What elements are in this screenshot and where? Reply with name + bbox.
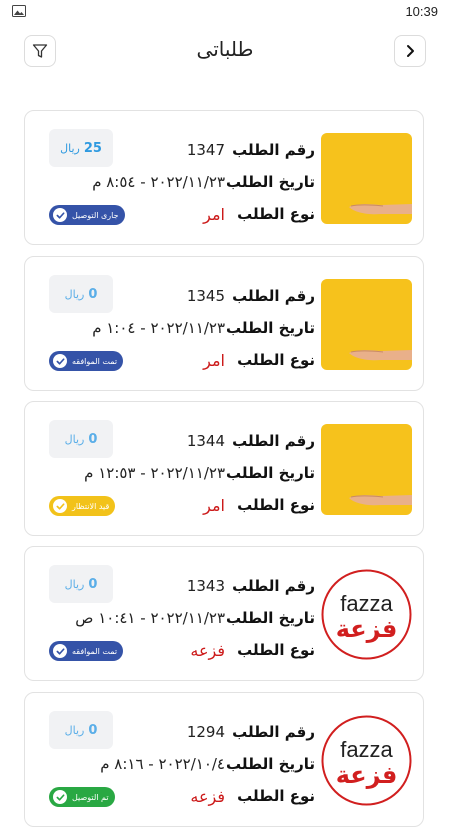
order-date-label: تاريخ الطلب <box>226 319 315 337</box>
check-icon <box>53 354 67 368</box>
check-icon <box>53 208 67 222</box>
price-value: 0 <box>88 722 98 738</box>
order-number-label: رقم الطلب <box>232 287 315 305</box>
order-date-label: تاريخ الطلب <box>226 173 315 191</box>
order-date-label: تاريخ الطلب <box>226 755 315 773</box>
status-text: جارى التوصيل <box>72 210 119 220</box>
status-time: 10:39 <box>405 4 438 19</box>
page-title: طلباتى <box>196 37 254 61</box>
order-number-label: رقم الطلب <box>232 141 315 159</box>
order-type-value: امر <box>203 496 225 515</box>
price-value: 0 <box>88 576 98 592</box>
order-date-row: تاريخ الطلب ٢٠٢٢/١١/٢٣ - ١٠:٤١ ص <box>25 609 315 633</box>
status-badge: تمت الموافقه <box>49 641 124 661</box>
order-number-value: 1345 <box>186 287 225 305</box>
order-thumbnail <box>321 279 412 370</box>
price-currency: ريال <box>64 432 85 446</box>
logo-latin-text: fazza <box>340 591 393 616</box>
order-date-value: ٢٠٢٢/١٠/٤ - ٨:١٦ م <box>100 755 225 773</box>
order-type-label: نوع الطلب <box>237 787 315 805</box>
fazza-logo-icon: fazza فزعة <box>321 569 412 660</box>
price-box: 0 ريال <box>49 711 113 749</box>
order-number-label: رقم الطلب <box>232 577 315 595</box>
logo-latin-text: fazza <box>340 737 393 762</box>
status-badge: جارى التوصيل <box>49 205 125 225</box>
status-text: تم التوصيل <box>72 792 109 802</box>
order-date-value: ٢٠٢٢/١١/٢٣ - ١٠:٤١ ص <box>75 609 225 627</box>
price-box: 0 ريال <box>49 565 113 603</box>
order-date-label: تاريخ الطلب <box>226 609 315 627</box>
status-text: تمت الموافقه <box>72 646 118 656</box>
hand-image <box>321 424 412 515</box>
order-date-row: تاريخ الطلب ٢٠٢٢/١٠/٤ - ٨:١٦ م <box>25 755 315 779</box>
order-number-value: 1344 <box>186 432 225 450</box>
price-currency: ريال <box>64 723 85 737</box>
price-value: 0 <box>88 431 98 447</box>
status-badge: قيد الانتظار <box>49 496 116 516</box>
order-number-value: 1343 <box>186 577 225 595</box>
status-badge: تم التوصيل <box>49 787 115 807</box>
order-date-value: ٢٠٢٢/١١/٢٣ - ٨:٥٤ م <box>92 173 225 191</box>
status-bar: 10:39 <box>0 0 450 24</box>
order-number-value: 1294 <box>186 723 225 741</box>
chevron-right-icon <box>407 45 414 57</box>
order-number-label: رقم الطلب <box>232 723 315 741</box>
order-type-value: فزعه <box>190 641 225 660</box>
logo-arabic-text: فزعة <box>336 615 398 643</box>
order-card[interactable]: رقم الطلب 1347 تاريخ الطلب ٢٠٢٢/١١/٢٣ - ٨:٥… <box>24 110 424 245</box>
app-bar: طلباتى <box>0 24 450 80</box>
order-thumbnail <box>321 424 412 515</box>
price-box: 0 ريال <box>49 420 113 458</box>
price-currency: ريال <box>64 287 85 301</box>
order-date-row: تاريخ الطلب ٢٠٢٢/١١/٢٣ - ٨:٥٤ م <box>25 173 315 197</box>
order-number-label: رقم الطلب <box>232 432 315 450</box>
hand-image <box>321 133 412 224</box>
order-thumbnail: fazza فزعة <box>321 715 412 806</box>
order-card[interactable]: fazza فزعة رقم الطلب 1294 تاريخ الطلب ٢٠٢٢/… <box>24 692 424 827</box>
check-icon <box>53 644 67 658</box>
check-icon <box>53 790 67 804</box>
order-date-value: ٢٠٢٢/١١/٢٣ - ١:٠٤ م <box>92 319 225 337</box>
order-date-label: تاريخ الطلب <box>226 464 315 482</box>
status-text: تمت الموافقه <box>72 356 118 366</box>
check-icon <box>53 499 67 513</box>
status-text: قيد الانتظار <box>72 501 110 511</box>
price-box: 25 ريال <box>49 129 113 167</box>
order-number-value: 1347 <box>186 141 225 159</box>
fazza-logo-icon: fazza فزعة <box>321 715 412 806</box>
order-type-label: نوع الطلب <box>237 641 315 659</box>
price-currency: ريال <box>64 577 85 591</box>
price-currency: ريال <box>60 141 80 155</box>
price-box: 0 ريال <box>49 275 113 313</box>
order-type-label: نوع الطلب <box>237 351 315 369</box>
hand-image <box>321 279 412 370</box>
logo-arabic-text: فزعة <box>336 761 398 789</box>
order-type-value: امر <box>203 351 225 370</box>
order-date-value: ٢٠٢٢/١١/٢٣ - ١٢:٥٣ م <box>84 464 225 482</box>
price-value: 25 <box>83 140 102 156</box>
order-date-row: تاريخ الطلب ٢٠٢٢/١١/٢٣ - ١:٠٤ م <box>25 319 315 343</box>
order-type-value: امر <box>203 205 225 224</box>
order-type-label: نوع الطلب <box>237 205 315 223</box>
image-notification-icon <box>12 5 26 17</box>
order-card[interactable]: رقم الطلب 1344 تاريخ الطلب ٢٠٢٢/١١/٢٣ - ١٢:… <box>24 401 424 536</box>
order-date-row: تاريخ الطلب ٢٠٢٢/١١/٢٣ - ١٢:٥٣ م <box>25 464 315 488</box>
order-card[interactable]: fazza فزعة رقم الطلب 1343 تاريخ الطلب ٢٠٢٢/… <box>24 546 424 681</box>
order-thumbnail <box>321 133 412 224</box>
order-card[interactable]: رقم الطلب 1345 تاريخ الطلب ٢٠٢٢/١١/٢٣ - ١:٠… <box>24 256 424 391</box>
order-type-value: فزعه <box>190 787 225 806</box>
price-value: 0 <box>88 286 98 302</box>
order-thumbnail: fazza فزعة <box>321 569 412 660</box>
back-button[interactable] <box>394 35 426 67</box>
status-badge: تمت الموافقه <box>49 351 124 371</box>
order-type-label: نوع الطلب <box>237 496 315 514</box>
